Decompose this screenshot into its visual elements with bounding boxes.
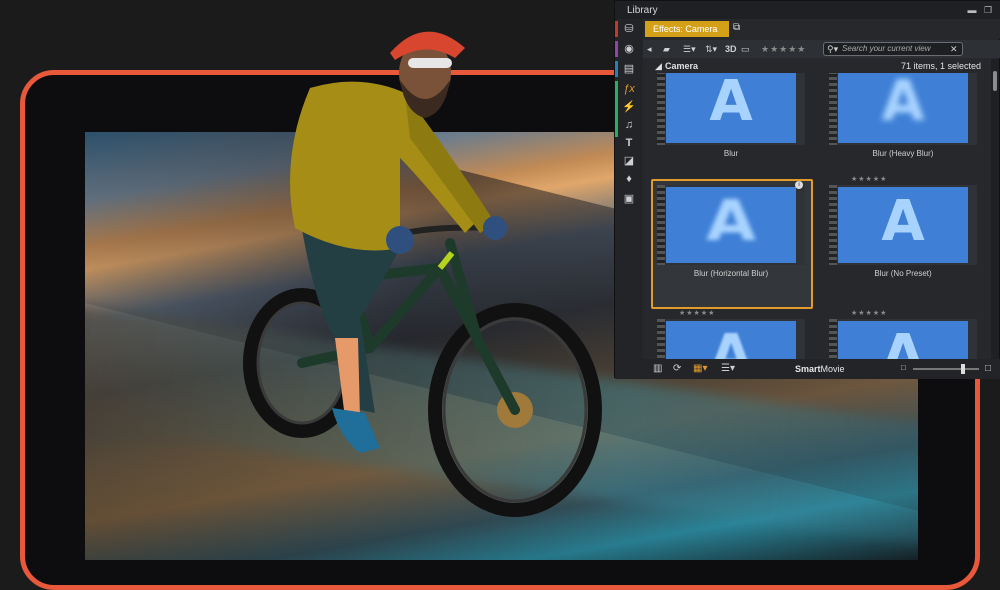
tab-effects-camera[interactable]: Effects: Camera bbox=[645, 21, 729, 37]
sidebar-marker-blue bbox=[615, 61, 618, 77]
list-view-icon[interactable]: ☰▾ bbox=[683, 42, 696, 56]
back-icon[interactable]: ◂ bbox=[647, 42, 652, 56]
slider-knob[interactable] bbox=[961, 364, 965, 374]
info-icon[interactable]: i bbox=[795, 181, 803, 189]
effect-thumbnail: A bbox=[829, 185, 977, 265]
library-tab-bar: Effects: Camera ⧉ bbox=[643, 19, 1000, 39]
titles-icon[interactable]: T bbox=[621, 135, 637, 151]
minimize-icon[interactable]: ▬ bbox=[967, 5, 977, 15]
thumbnail-size-slider[interactable] bbox=[913, 364, 979, 374]
section-header: ◢ Camera 71 items, 1 selected bbox=[643, 59, 991, 73]
search-placeholder: Search your current view bbox=[842, 44, 931, 53]
transitions-icon[interactable]: ⚡ bbox=[621, 99, 637, 115]
refresh-icon[interactable]: ⟳ bbox=[673, 363, 681, 374]
library-title-bar: Library ▬ ❐ bbox=[615, 1, 1000, 19]
trash-icon[interactable]: ▥ bbox=[653, 363, 662, 374]
sidebar-marker-purple bbox=[615, 41, 618, 57]
effect-thumbnail: A bbox=[657, 73, 805, 145]
effect-caption: Blur (Horizontal Blur) bbox=[693, 269, 769, 278]
search-icon: ⚲▾ bbox=[827, 44, 839, 54]
music-icon[interactable]: ♫ bbox=[621, 117, 637, 133]
folder-icon[interactable]: ▰ bbox=[663, 42, 670, 56]
collapse-icon[interactable]: ◢ bbox=[655, 61, 662, 72]
zoom-in-icon[interactable]: □ bbox=[985, 363, 991, 374]
effect-thumbnail: A bbox=[657, 185, 805, 265]
effects-grid: A Blur A Blur (Heavy Blur) A i Blur (Hor… bbox=[643, 73, 991, 359]
search-input[interactable]: ⚲▾ Search your current view ✕ bbox=[823, 42, 963, 56]
new-tab-icon[interactable]: ⧉ bbox=[733, 22, 740, 33]
scrollbar-thumb[interactable] bbox=[993, 71, 997, 91]
rating-filter[interactable]: ★★★★★ bbox=[761, 42, 806, 56]
sidebar-marker-green bbox=[615, 81, 618, 137]
smartmovie-button[interactable]: SmartMovie bbox=[795, 364, 845, 374]
montage-icon[interactable]: ▣ bbox=[621, 191, 637, 207]
overlay-icon[interactable]: ◪ bbox=[621, 153, 637, 169]
rating-stars[interactable]: ★★★★★ bbox=[851, 309, 887, 317]
effect-caption: Blur bbox=[723, 149, 739, 158]
effect-caption: Blur (No Preset) bbox=[874, 269, 932, 278]
vertical-scrollbar[interactable] bbox=[991, 59, 999, 359]
effect-thumbnail: A bbox=[829, 319, 977, 359]
projects-icon[interactable]: ▤ bbox=[621, 61, 637, 77]
zoom-out-icon[interactable]: □ bbox=[901, 363, 906, 372]
details-view-icon[interactable]: ☰▾ bbox=[721, 363, 735, 374]
rating-stars[interactable]: ★★★★★ bbox=[851, 175, 887, 183]
media-icon[interactable]: ⛁ bbox=[621, 21, 637, 37]
library-panel: Library ▬ ❐ ⛁ ◉ ▤ ƒx ⚡ ♫ T ◪ ♦ ▣ Effects… bbox=[614, 0, 1000, 379]
cyclist-image bbox=[243, 31, 602, 517]
library-bottom-bar: ▥ ⟳ ▦▾ ☰▾ SmartMovie □ □ bbox=[615, 359, 1000, 379]
3d-filter[interactable]: 3D bbox=[725, 42, 737, 56]
effect-thumbnail: A bbox=[829, 73, 977, 145]
caption-filter-icon[interactable]: ▭ bbox=[741, 42, 750, 56]
effect-caption: Blur (Heavy Blur) bbox=[872, 149, 934, 158]
section-title: Camera bbox=[665, 61, 699, 71]
library-sidebar: ⛁ ◉ ▤ ƒx ⚡ ♫ T ◪ ♦ ▣ bbox=[615, 19, 643, 359]
sort-icon[interactable]: ⇅▾ bbox=[705, 42, 717, 56]
library-title: Library bbox=[627, 5, 658, 16]
grid-view-icon[interactable]: ▦▾ bbox=[693, 363, 707, 374]
color-icon[interactable]: ♦ bbox=[621, 171, 637, 187]
rating-stars[interactable]: ★★★★★ bbox=[679, 309, 715, 317]
item-count: 71 items, 1 selected bbox=[900, 61, 981, 71]
effects-icon[interactable]: ƒx bbox=[621, 81, 637, 97]
disc-icon[interactable]: ◉ bbox=[621, 41, 637, 57]
sidebar-marker-red bbox=[615, 21, 618, 37]
effect-thumbnail: A bbox=[657, 319, 805, 359]
clear-search-icon[interactable]: ✕ bbox=[950, 42, 958, 56]
library-toolbar: ◂ ▰ ☰▾ ⇅▾ 3D ▭ ★★★★★ ⚲▾ Search your curr… bbox=[643, 40, 1000, 58]
restore-icon[interactable]: ❐ bbox=[983, 5, 993, 15]
